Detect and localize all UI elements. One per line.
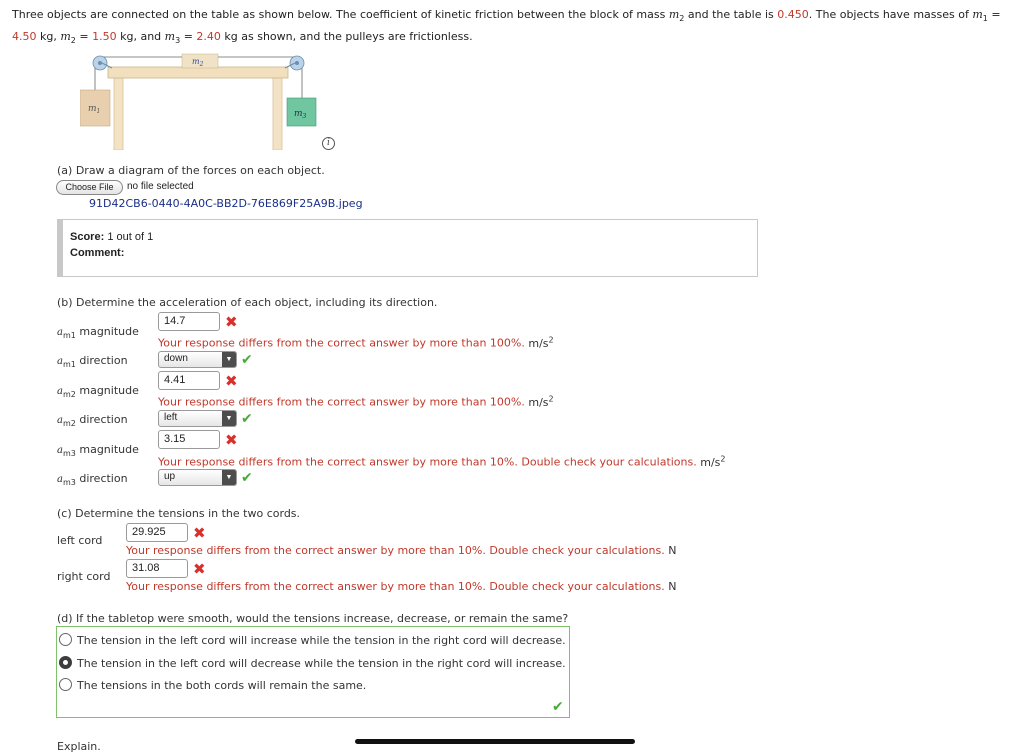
radio-option-2[interactable]: [59, 656, 72, 669]
am2-direction-select[interactable]: left ▼: [158, 410, 237, 427]
table-top: [107, 66, 289, 79]
option-3-text: The tensions in the both cords will rema…: [77, 679, 367, 692]
radio-option-3[interactable]: [59, 678, 72, 691]
chevron-down-icon: ▼: [222, 411, 236, 426]
am1-direction-select[interactable]: down ▼: [158, 351, 237, 368]
am2-direction-label: am2 direction: [57, 413, 128, 429]
mass-m2-value: 1.50: [92, 30, 117, 44]
chevron-down-icon: ▼: [222, 470, 236, 485]
am3-direction-label: am3 direction: [57, 472, 128, 488]
left-cord-input[interactable]: 29.925: [126, 523, 188, 542]
right-cord-label: right cord: [57, 570, 111, 583]
check-mark-icon: ✔: [241, 470, 253, 486]
table-pulley-figure: m2 m1 m3: [80, 53, 317, 150]
table-leg-right: [272, 75, 283, 150]
uploaded-file-link[interactable]: 91D42CB6-0440-4A0C-BB2D-76E869F25A9B.jpe…: [89, 197, 363, 210]
horizontal-scrollbar[interactable]: [355, 739, 635, 744]
x-mark-icon: ✖: [225, 313, 238, 331]
left-cord-label: left cord: [57, 534, 103, 547]
x-mark-icon: ✖: [193, 560, 206, 578]
mass-m1-value: 4.50: [12, 30, 37, 44]
choose-file-button[interactable]: Choose File: [56, 180, 123, 195]
option-2-text: The tension in the left cord will decrea…: [77, 657, 566, 670]
part-a-prompt: (a) Draw a diagram of the forces on each…: [57, 164, 325, 177]
left-cord-feedback: Your response differs from the correct a…: [126, 544, 677, 557]
part-c-prompt: (c) Determine the tensions in the two co…: [57, 507, 301, 520]
am1-direction-label: am1 direction: [57, 354, 128, 370]
am1-magnitude-label: am1 magnitude: [57, 325, 139, 341]
right-cord-feedback: Your response differs from the correct a…: [126, 580, 677, 593]
score-box: [57, 219, 758, 277]
comment-line: Comment:: [70, 247, 125, 259]
right-cord-input[interactable]: 31.08: [126, 559, 188, 578]
part-d-prompt: (d) If the tabletop were smooth, would t…: [57, 612, 569, 625]
am2-magnitude-label: am2 magnitude: [57, 384, 139, 400]
am2-feedback: Your response differs from the correct a…: [158, 394, 554, 409]
x-mark-icon: ✖: [225, 431, 238, 449]
check-mark-icon: ✔: [241, 411, 253, 427]
am1-feedback: Your response differs from the correct a…: [158, 335, 554, 350]
mass-m3-value: 2.40: [196, 30, 221, 44]
option-1-text: The tension in the left cord will increa…: [77, 634, 566, 647]
am1-magnitude-input[interactable]: 14.7: [158, 312, 220, 331]
problem-statement: Three objects are connected on the table…: [12, 8, 1001, 46]
info-icon[interactable]: i: [322, 137, 335, 150]
table-leg-left: [113, 75, 124, 150]
radio-option-1[interactable]: [59, 633, 72, 646]
no-file-text: no file selected: [127, 181, 194, 192]
x-mark-icon: ✖: [225, 372, 238, 390]
explain-label: Explain.: [57, 740, 101, 753]
friction-coefficient: 0.450: [777, 8, 809, 21]
part-b-prompt: (b) Determine the acceleration of each o…: [57, 296, 438, 309]
chevron-down-icon: ▼: [222, 352, 236, 367]
score-line: Score: 1 out of 1: [70, 231, 154, 243]
x-mark-icon: ✖: [193, 524, 206, 542]
am2-magnitude-input[interactable]: 4.41: [158, 371, 220, 390]
am3-magnitude-input[interactable]: 3.15: [158, 430, 220, 449]
am3-magnitude-label: am3 magnitude: [57, 443, 139, 459]
check-mark-icon: ✔: [552, 699, 564, 715]
am3-feedback: Your response differs from the correct a…: [158, 454, 726, 469]
am3-direction-select[interactable]: up ▼: [158, 469, 237, 486]
check-mark-icon: ✔: [241, 352, 253, 368]
